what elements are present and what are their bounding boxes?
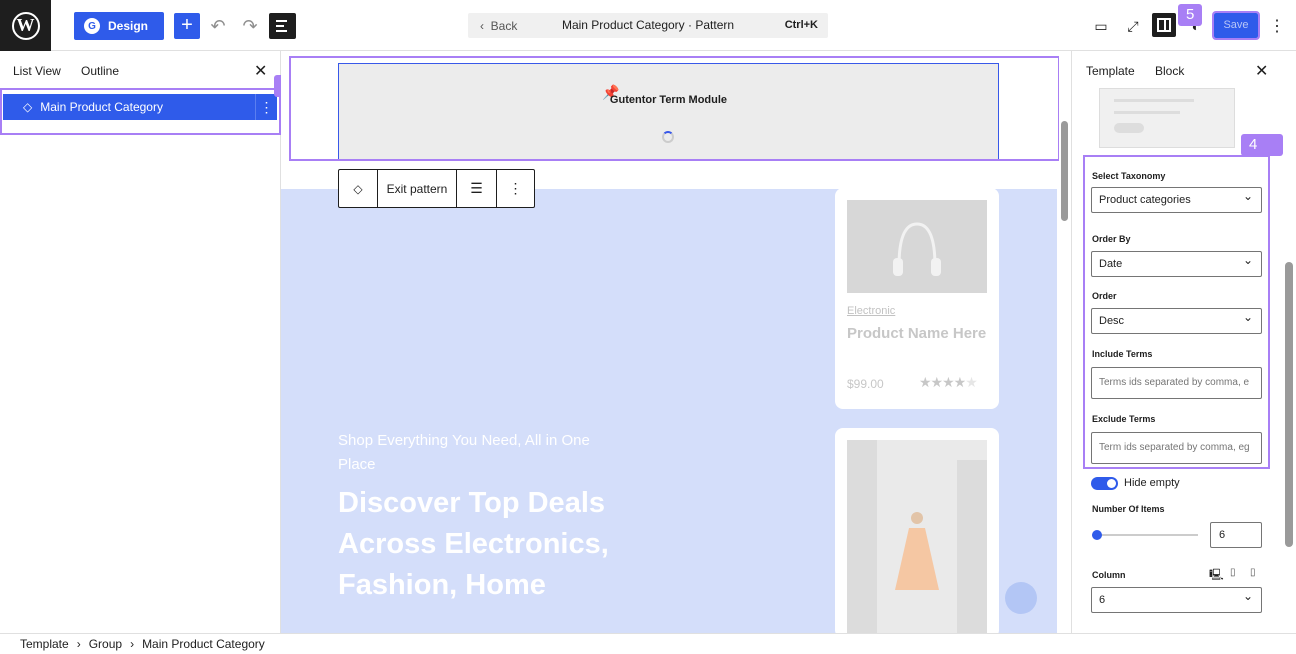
command-shortcut: Ctrl+K bbox=[784, 19, 818, 31]
command-palette[interactable]: ‹ Back Main Product Category · Pattern C… bbox=[468, 13, 828, 38]
fullscreen-icon[interactable]: ⤢ bbox=[1120, 13, 1146, 39]
product-rating: ★★★★★ bbox=[919, 374, 978, 391]
gutentor-icon: G bbox=[84, 18, 100, 34]
close-icon[interactable]: ✕ bbox=[1255, 61, 1268, 81]
more-options-icon[interactable]: ⋮ bbox=[497, 170, 534, 207]
annotation-badge-5: 5 bbox=[1178, 4, 1203, 26]
rating-stars-filled: ★★★★ bbox=[919, 374, 966, 390]
number-of-items-label: Number Of Items bbox=[1092, 504, 1165, 514]
breadcrumb-separator-icon: › bbox=[130, 637, 135, 651]
breadcrumb: Template › Group › Main Product Category bbox=[0, 633, 1296, 654]
pattern-icon[interactable]: ◇ bbox=[339, 170, 378, 207]
wordpress-logo-icon[interactable]: W bbox=[0, 0, 51, 51]
highlight-box-term-module bbox=[289, 56, 1060, 161]
product-card-2 bbox=[835, 428, 999, 633]
product-name: Product Name Here bbox=[847, 325, 987, 342]
align-icon[interactable]: ☰ bbox=[457, 170, 497, 207]
breadcrumb-current: Main Product Category bbox=[142, 637, 265, 651]
tab-block[interactable]: Block bbox=[1155, 64, 1184, 78]
fashion-image bbox=[847, 440, 987, 633]
tab-template[interactable]: Template bbox=[1086, 64, 1135, 78]
undo-icon[interactable]: ↶ bbox=[205, 13, 231, 39]
headphones-image bbox=[847, 200, 987, 293]
design-button[interactable]: G Design bbox=[74, 12, 164, 40]
product-category-link[interactable]: Electronic bbox=[847, 305, 895, 317]
annotation-badge-4: 4 bbox=[1241, 134, 1283, 156]
block-toolbar: ◇ Exit pattern ☰ ⋮ bbox=[338, 169, 535, 208]
add-block-button[interactable]: + bbox=[174, 13, 200, 39]
exit-pattern-button[interactable]: Exit pattern bbox=[378, 170, 457, 207]
breadcrumb-separator-icon: › bbox=[76, 637, 81, 651]
design-button-label: Design bbox=[108, 19, 149, 33]
rating-star-empty: ★ bbox=[965, 374, 978, 390]
hide-empty-label: Hide empty bbox=[1124, 477, 1180, 489]
settings-scrollbar[interactable] bbox=[1283, 51, 1296, 633]
highlight-box-list bbox=[0, 88, 281, 135]
hide-empty-toggle[interactable] bbox=[1091, 477, 1118, 490]
highlight-box-settings bbox=[1083, 155, 1270, 469]
items-range-track[interactable] bbox=[1092, 534, 1198, 536]
column-label: Column bbox=[1092, 570, 1126, 580]
hero-headline: Discover Top Deals Across Electronics, F… bbox=[338, 487, 609, 601]
desktop-device-icon[interactable]: 🖳 bbox=[1209, 566, 1224, 585]
tab-list-view[interactable]: List View bbox=[13, 64, 61, 78]
redo-icon[interactable]: ↷ bbox=[237, 13, 263, 39]
left-panel-tabs: List View Outline ✕ bbox=[0, 51, 280, 91]
product-price: $99.00 bbox=[847, 377, 884, 391]
breadcrumb-group[interactable]: Group bbox=[89, 637, 122, 651]
document-overview-icon[interactable] bbox=[269, 13, 296, 39]
list-view-panel: List View Outline ✕ ◇ Main Product Categ… bbox=[0, 51, 281, 633]
command-title: Main Product Category · Pattern bbox=[561, 18, 735, 32]
items-number-input[interactable]: 6 bbox=[1210, 522, 1262, 548]
items-range-thumb[interactable] bbox=[1092, 530, 1102, 540]
column-select[interactable]: 6 bbox=[1091, 587, 1262, 613]
canvas-scrollbar[interactable] bbox=[1059, 51, 1071, 633]
options-icon[interactable]: ⋮ bbox=[1264, 13, 1290, 39]
layout-preview[interactable] bbox=[1099, 88, 1235, 148]
fashion-photo-icon bbox=[847, 440, 987, 633]
desktop-preview-icon[interactable]: ▭ bbox=[1088, 13, 1114, 39]
hero-subtitle: Shop Everything You Need, All in One Pla… bbox=[338, 432, 590, 473]
top-toolbar: W G Design + ↶ ↷ ‹ Back Main Product Cat… bbox=[0, 0, 1296, 51]
breadcrumb-template[interactable]: Template bbox=[20, 637, 69, 651]
settings-panel-toggle-icon[interactable] bbox=[1152, 13, 1176, 37]
close-icon[interactable]: ✕ bbox=[254, 61, 267, 81]
tablet-device-icon[interactable]: ▯ bbox=[1230, 567, 1236, 578]
scroll-to-top-button[interactable] bbox=[1005, 582, 1037, 614]
hero-section: Shop Everything You Need, All in One Pla… bbox=[281, 188, 1057, 633]
save-button[interactable]: Save bbox=[1212, 11, 1260, 40]
headphones-icon bbox=[893, 222, 941, 276]
product-card: Electronic Product Name Here $99.00 ★★★★… bbox=[835, 188, 999, 409]
tab-outline[interactable]: Outline bbox=[81, 64, 119, 78]
mobile-device-icon[interactable]: ▯ bbox=[1250, 567, 1256, 578]
